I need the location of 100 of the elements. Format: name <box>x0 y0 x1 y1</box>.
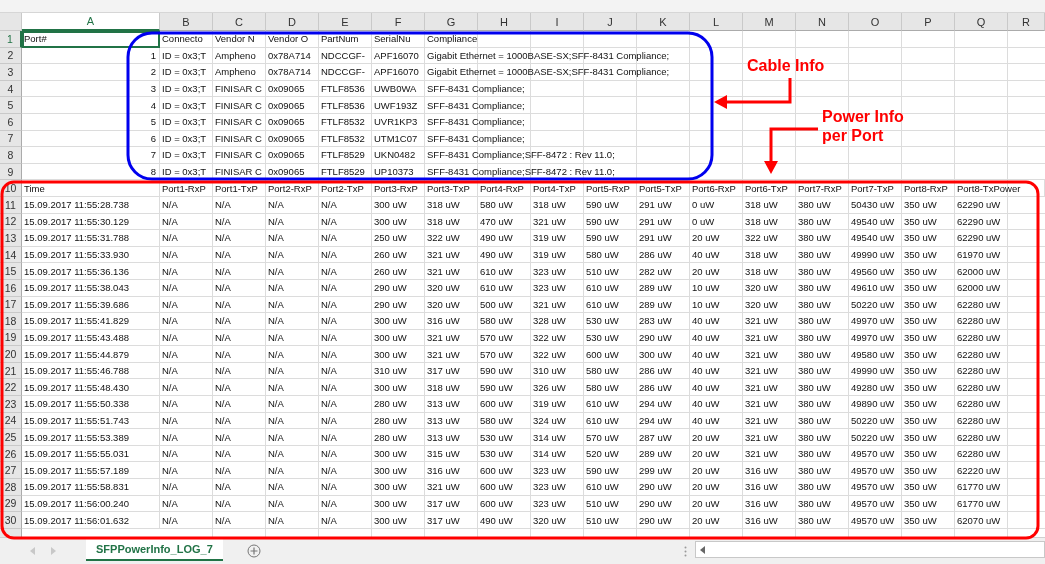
table-cell[interactable]: Port# <box>22 31 160 48</box>
table-cell: 310 uW <box>531 362 584 380</box>
column-header[interactable]: B <box>160 13 213 31</box>
table-cell: 62280 uW <box>955 362 1008 380</box>
table-cell: 314 uW <box>531 429 584 446</box>
table-cell: 610 uW <box>584 479 637 496</box>
column-header[interactable]: Q <box>955 13 1008 31</box>
table-cell: N/A <box>213 445 266 463</box>
table-cell: 510 uW <box>584 495 637 513</box>
table-cell: 318 uW <box>425 196 478 214</box>
table-cell: 380 uW <box>796 263 849 280</box>
table-cell: N/A <box>266 263 319 280</box>
table-cell: 300 uW <box>372 213 425 231</box>
table-cell: 520 uW <box>584 445 637 463</box>
table-cell: NDCCGF- <box>319 47 372 65</box>
table-cell: Vendor N <box>213 31 266 48</box>
table-cell: ID = 0x3;T <box>160 97 213 114</box>
table-cell: N/A <box>213 362 266 380</box>
table-cell: 321 uW <box>743 379 796 397</box>
column-header[interactable]: O <box>849 13 902 31</box>
table-cell: 610 uW <box>584 412 637 430</box>
table-cell: N/A <box>213 329 266 347</box>
table-cell: N/A <box>319 263 372 280</box>
table-cell: N/A <box>266 346 319 363</box>
table-cell: N/A <box>319 479 372 496</box>
table-cell: 40 uW <box>690 412 743 430</box>
table-cell: N/A <box>213 263 266 280</box>
table-cell: N/A <box>160 396 213 413</box>
column-header[interactable]: K <box>637 13 690 31</box>
table-cell: Port6-TxP <box>743 180 796 197</box>
column-header[interactable]: M <box>743 13 796 31</box>
table-cell: N/A <box>213 396 266 413</box>
row-number[interactable]: 1 <box>0 31 22 48</box>
table-cell: 15.09.2017 11:55:57.189 <box>22 462 160 480</box>
sheet-tab[interactable]: SFPPowerInfo_LOG_7 <box>86 538 223 561</box>
column-header[interactable]: J <box>584 13 637 31</box>
column-header[interactable]: C <box>213 13 266 31</box>
table-cell: 300 uW <box>372 196 425 214</box>
table-cell: N/A <box>319 230 372 247</box>
table-cell: SFF-8431 Compliance; <box>425 97 690 114</box>
column-header[interactable]: L <box>690 13 743 31</box>
table-cell: ID = 0x3;T <box>160 130 213 148</box>
table-cell: N/A <box>319 412 372 430</box>
column-header[interactable]: F <box>372 13 425 31</box>
table-cell: N/A <box>319 213 372 231</box>
table-cell: 0x09065 <box>266 113 319 131</box>
column-header[interactable]: R <box>1008 13 1045 31</box>
table-cell: Port5-TxP <box>637 180 690 197</box>
table-cell: 380 uW <box>796 429 849 446</box>
table-cell: 580 uW <box>478 196 531 214</box>
column-header[interactable]: E <box>319 13 372 31</box>
column-header[interactable]: I <box>531 13 584 31</box>
table-cell: N/A <box>266 329 319 347</box>
column-header[interactable]: P <box>902 13 955 31</box>
table-cell: N/A <box>213 495 266 513</box>
table-cell: 280 uW <box>372 429 425 446</box>
table-cell: UKN0482 <box>372 147 425 164</box>
table-cell: 291 uW <box>637 196 690 214</box>
table-cell: Port3-RxP <box>372 180 425 197</box>
callout-label: Cable Info <box>747 56 825 75</box>
column-header[interactable]: D <box>266 13 319 31</box>
table-cell: 40 uW <box>690 346 743 363</box>
table-cell: 15.09.2017 11:55:41.829 <box>22 313 160 330</box>
table-cell: 321 uW <box>743 313 796 330</box>
table-cell: 580 uW <box>584 379 637 397</box>
table-cell: N/A <box>319 512 372 529</box>
table-cell: 318 uW <box>743 263 796 280</box>
table-cell: 510 uW <box>584 512 637 529</box>
table-cell: 290 uW <box>637 512 690 529</box>
table-cell: 50220 uW <box>849 412 902 430</box>
table-cell: N/A <box>266 412 319 430</box>
table-cell: 380 uW <box>796 512 849 529</box>
table-cell: FTLF8529 <box>319 163 372 181</box>
table-cell: N/A <box>213 479 266 496</box>
table-cell: 380 uW <box>796 296 849 314</box>
table-cell: 350 uW <box>902 329 955 347</box>
table-cell: 62280 uW <box>955 346 1008 363</box>
table-cell: 318 uW <box>425 213 478 231</box>
table-cell: N/A <box>160 445 213 463</box>
table-cell: N/A <box>213 296 266 314</box>
table-cell: Compliance <box>425 31 531 48</box>
table-cell: 350 uW <box>902 379 955 397</box>
column-header[interactable]: G <box>425 13 478 31</box>
table-cell: 350 uW <box>902 396 955 413</box>
table-cell: N/A <box>319 296 372 314</box>
table-cell: N/A <box>266 512 319 529</box>
table-cell: 286 uW <box>637 362 690 380</box>
table-cell: 350 uW <box>902 230 955 247</box>
table-cell: 321 uW <box>743 445 796 463</box>
table-cell: 322 uW <box>425 230 478 247</box>
table-cell: 321 uW <box>425 479 478 496</box>
column-header[interactable]: A <box>22 13 160 31</box>
table-cell: N/A <box>266 429 319 446</box>
column-header[interactable]: N <box>796 13 849 31</box>
table-cell: 318 uW <box>743 213 796 231</box>
table-cell: 40 uW <box>690 246 743 264</box>
table-cell: 20 uW <box>690 512 743 529</box>
table-cell: 62280 uW <box>955 396 1008 413</box>
column-header[interactable]: H <box>478 13 531 31</box>
table-cell: 40 uW <box>690 379 743 397</box>
